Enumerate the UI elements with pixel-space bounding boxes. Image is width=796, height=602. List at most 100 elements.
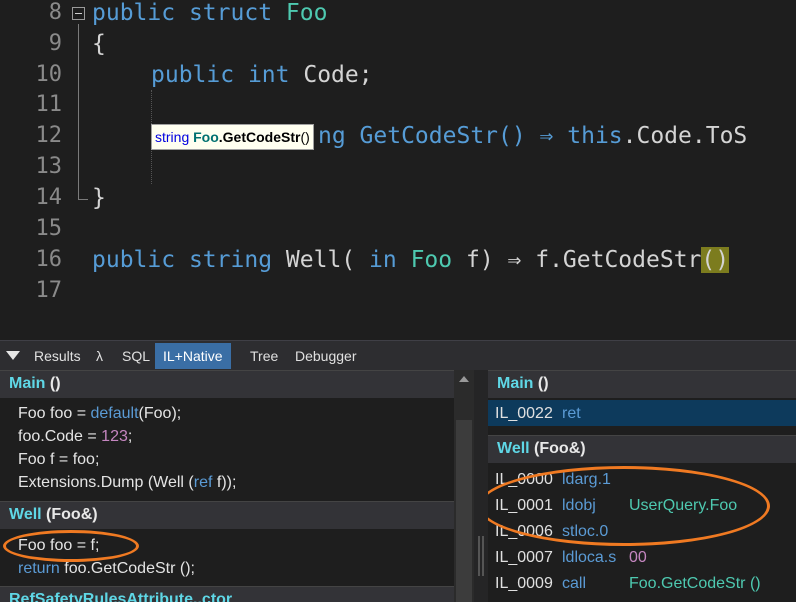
code-line-12: ng GetCodeStr() ⇒ this.Code.ToS [318,121,747,151]
code-text: Extensions.Dump (Well ( [18,474,194,491]
section-signature: (Foo&) [41,506,98,523]
il-operand: Foo.GetCodeStr () [629,575,761,592]
source-line: foo.Code = 123; [18,425,132,448]
il-offset: IL_0022 [495,405,553,422]
code-text: Foo f = foo; [18,451,100,468]
line-number: 13 [35,154,63,179]
keyword: in [369,247,397,273]
keyword: int [247,62,290,88]
line-number: 14 [35,185,63,210]
section-signature: (Foo&) [529,440,586,457]
tab-debugger[interactable]: Debugger [287,343,365,369]
code-text: (Foo); [138,405,182,422]
il-panel[interactable]: Main () IL_0022 ret Well (Foo&) IL_0000 ld… [488,370,796,602]
code-text: Foo foo = [18,405,91,422]
type-name: Foo [285,0,328,26]
keyword: public [92,247,176,273]
line-number: 16 [35,247,63,272]
quickinfo-tooltip: string Foo.GetCodeStr() [151,124,314,150]
keyword: public [151,62,235,88]
il-offset: IL_0007 [495,549,553,566]
tooltip-type: Foo [193,129,219,145]
tab-results[interactable]: Results [26,343,89,369]
il-row[interactable]: IL_0007 ldloca.s 00 [495,545,647,570]
code-line-10: public int Code; [151,60,373,90]
code-text: foo.Code = [18,428,102,445]
matched-paren-highlight: () [701,247,730,273]
code-line-16: public string Well( in Foo f) ⇒ f.GetCod… [92,245,730,275]
identifier: f) ⇒ f.GetCodeStr [465,247,702,273]
il-opcode: ldloca.s [562,549,617,566]
code-line-14: } [92,183,106,213]
code-text: foo.GetCodeStr (); [59,560,195,577]
tab-tree[interactable]: Tree [242,343,286,369]
tab-il-native[interactable]: IL+Native [155,343,231,369]
keyword: public [92,0,176,26]
line-number-gutter: 8 9 10 11 12 13 14 15 16 17 [0,0,66,340]
section-signature: () [45,375,61,392]
output-tab-bar: Results λ SQL IL+Native Tree Debugger [0,340,796,370]
fold-guide [78,24,79,200]
section-title: Well [9,506,42,523]
code-line-8: public struct Foo [92,0,327,28]
fold-guide-end [78,199,88,200]
code-editor[interactable]: 8 9 10 11 12 13 14 15 16 17 public struc… [0,0,796,340]
vertical-scrollbar[interactable] [454,370,474,602]
source-panel[interactable]: Main () Foo foo = default(Foo); foo.Code… [0,370,474,602]
close-brace: } [92,185,106,211]
line-number: 10 [35,62,63,87]
source-line: Foo f = foo; [18,448,99,471]
line-number: 9 [48,31,62,56]
code-line-9: { [92,29,106,59]
section-title: Main [9,375,46,392]
identifier: .Code.ToS [622,123,748,149]
identifier: Code; [303,62,373,88]
section-signature: () [533,375,549,392]
line-number: 17 [35,278,63,303]
tooltip-method: .GetCodeStr [218,129,301,145]
collapse-panel-icon[interactable] [6,351,20,360]
keyword: return [18,560,60,577]
source-line: Foo foo = default(Foo); [18,402,181,425]
annotation-ellipse [3,530,139,562]
il-row[interactable]: IL_0022 ret [495,401,629,426]
section-title: Main [497,375,534,392]
section-title: RefSafetyRulesAttribute..ctor [9,591,233,602]
keyword: struct [188,0,273,26]
method-name: Well( [285,247,356,273]
tooltip-keyword: string [155,129,190,145]
section-title: Well [497,440,530,457]
section-header-next: RefSafetyRulesAttribute..ctor [0,586,454,602]
tab-sql[interactable]: SQL [114,343,158,369]
collapse-toggle-icon[interactable] [72,7,85,20]
splitter-grip-icon[interactable] [478,536,484,576]
keyword: ref [193,474,213,491]
line-number: 12 [35,123,63,148]
panel-splitter[interactable] [474,370,488,602]
section-header-main: Main () [0,370,454,398]
keyword: default [90,405,139,422]
section-header-well: Well (Foo&) [0,501,454,529]
scroll-up-arrow-icon[interactable] [459,376,469,382]
tab-lambda[interactable]: λ [88,343,111,369]
scrollbar-thumb[interactable] [456,420,472,602]
keyword: string [188,247,273,273]
keyword-fragment: ng GetCodeStr() ⇒ [318,123,568,149]
line-number: 11 [35,92,63,117]
il-offset: IL_0009 [495,575,553,592]
section-header-main: Main () [488,370,796,398]
keyword: this [567,123,623,149]
il-operand: 00 [629,549,647,566]
open-brace: { [92,31,106,57]
code-text: ; [127,428,133,445]
number-literal: 123 [101,428,128,445]
source-line: Extensions.Dump (Well (ref f)); [18,471,236,494]
section-header-well: Well (Foo&) [488,435,796,463]
line-number: 8 [48,0,62,25]
annotation-ellipse [488,466,770,546]
il-opcode: call [562,575,587,592]
type-name: Foo [410,247,453,273]
tooltip-parens: () [300,129,310,145]
il-row[interactable]: IL_0009 call Foo.GetCodeStr () [495,571,761,596]
il-opcode: ret [562,405,581,422]
